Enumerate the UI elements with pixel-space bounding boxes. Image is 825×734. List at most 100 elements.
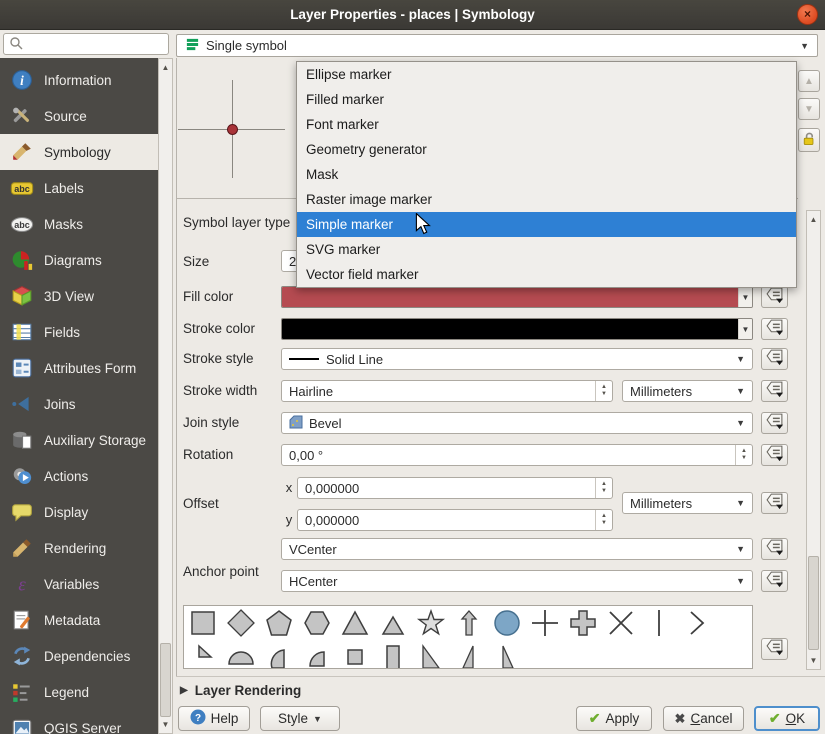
rotation-spin-buttons[interactable]: ▲▼ (735, 445, 752, 465)
dropdown-item-svg-marker[interactable]: SVG marker (297, 237, 796, 262)
shape-cross2[interactable] (602, 606, 640, 640)
shape-pentagon[interactable] (260, 606, 298, 640)
shape-square[interactable] (184, 606, 222, 640)
shape-half-arrowhead[interactable] (184, 640, 222, 669)
rotation-override-button[interactable] (761, 444, 788, 466)
shape-semi-circle[interactable] (222, 640, 260, 669)
stroke-width-input[interactable]: Hairline ▲▼ (281, 380, 613, 402)
join-style-override-button[interactable] (761, 412, 788, 434)
shape-rectangle[interactable] (374, 640, 412, 669)
shape-circle-selected[interactable] (488, 606, 526, 640)
apply-button[interactable]: ✔ Apply (576, 706, 652, 731)
move-layer-up-button[interactable]: ▲ (798, 70, 820, 92)
fill-color-dropdown[interactable]: ▼ (738, 287, 752, 307)
dropdown-item-raster-image-marker[interactable]: Raster image marker (297, 187, 796, 212)
sidebar-item-variables[interactable]: ε Variables (0, 566, 158, 602)
shape-arrow-up[interactable] (450, 606, 488, 640)
stroke-style-combo[interactable]: Solid Line ▼ (281, 348, 753, 370)
dropdown-item-geometry-generator[interactable]: Geometry generator (297, 137, 796, 162)
sidebar-item-masks[interactable]: abc Masks (0, 206, 158, 242)
shape-equilateral-triangle[interactable] (374, 606, 412, 640)
fill-color-override-button[interactable] (761, 286, 788, 308)
shape-diagonal-half-square[interactable] (488, 640, 526, 669)
shape-arrowhead[interactable] (678, 606, 716, 640)
stroke-width-unit-combo[interactable]: Millimeters ▼ (622, 380, 753, 402)
stroke-width-override-button[interactable] (761, 380, 788, 402)
spin-down-icon[interactable]: ▼ (741, 455, 747, 462)
shape-line[interactable] (640, 606, 678, 640)
shape-cross[interactable] (526, 606, 564, 640)
cancel-button[interactable]: ✖ Cancel (663, 706, 744, 731)
offset-y-spin-buttons[interactable]: ▲▼ (595, 510, 612, 530)
sidebar-item-qgis-server[interactable]: QGIS Server (0, 710, 158, 734)
sidebar-item-attributes-form[interactable]: Attributes Form (0, 350, 158, 386)
ok-button[interactable]: ✔ OK (754, 706, 820, 731)
shape-cross-fill[interactable] (564, 606, 602, 640)
sidebar-item-auxiliary-storage[interactable]: Auxiliary Storage (0, 422, 158, 458)
spin-up-icon[interactable]: ▲ (601, 513, 607, 520)
join-style-combo[interactable]: Bevel ▼ (281, 412, 753, 434)
main-scrollbar[interactable]: ▲ ▼ (806, 210, 821, 670)
anchor-horizontal-override-button[interactable] (761, 570, 788, 592)
shape-triangle[interactable] (336, 606, 374, 640)
scroll-up-icon[interactable]: ▲ (807, 215, 820, 224)
scroll-up-icon[interactable]: ▲ (159, 63, 172, 72)
lock-color-button[interactable] (798, 128, 820, 152)
dropdown-item-font-marker[interactable]: Font marker (297, 112, 796, 137)
offset-override-button[interactable] (761, 492, 788, 514)
shape-third-circle[interactable] (260, 640, 298, 669)
sidebar-item-3d-view[interactable]: 3D View (0, 278, 158, 314)
shape-hexagon[interactable] (298, 606, 336, 640)
sidebar-item-fields[interactable]: Fields (0, 314, 158, 350)
sidebar-item-joins[interactable]: Joins (0, 386, 158, 422)
sidebar-item-actions[interactable]: Actions (0, 458, 158, 494)
sidebar-scrollbar-thumb[interactable] (160, 643, 171, 717)
sidebar-item-metadata[interactable]: Metadata (0, 602, 158, 638)
close-button[interactable]: × (797, 4, 818, 25)
scroll-down-icon[interactable]: ▼ (807, 656, 820, 665)
anchor-vertical-combo[interactable]: VCenter ▼ (281, 538, 753, 560)
shape-star[interactable] (412, 606, 450, 640)
spin-up-icon[interactable]: ▲ (601, 481, 607, 488)
shape-right-half-triangle[interactable] (412, 640, 450, 669)
spin-down-icon[interactable]: ▼ (601, 488, 607, 495)
spin-down-icon[interactable]: ▼ (601, 391, 607, 398)
scroll-down-icon[interactable]: ▼ (159, 720, 172, 729)
sidebar-item-labels[interactable]: abc Labels (0, 170, 158, 206)
stroke-color-dropdown[interactable]: ▼ (738, 319, 752, 339)
offset-x-spin-buttons[interactable]: ▲▼ (595, 478, 612, 498)
stroke-color-button[interactable]: ▼ (281, 318, 753, 340)
sidebar-scrollbar[interactable]: ▲ ▼ (158, 58, 173, 734)
shape-override-button[interactable] (761, 638, 788, 660)
search-input[interactable] (23, 37, 153, 51)
rotation-input[interactable]: 0,00 ° ▲▼ (281, 444, 753, 466)
move-layer-down-button[interactable]: ▼ (798, 98, 820, 120)
offset-x-input[interactable]: 0,000000 ▲▼ (297, 477, 613, 499)
dropdown-item-mask[interactable]: Mask (297, 162, 796, 187)
dropdown-item-simple-marker[interactable]: Simple marker (297, 212, 796, 237)
sidebar-item-diagrams[interactable]: Diagrams (0, 242, 158, 278)
dropdown-item-filled-marker[interactable]: Filled marker (297, 87, 796, 112)
sidebar-item-symbology[interactable]: Symbology (0, 134, 158, 170)
layer-rendering-section[interactable]: ▶ Layer Rendering (180, 683, 301, 698)
sidebar-item-dependencies[interactable]: Dependencies (0, 638, 158, 674)
stroke-color-override-button[interactable] (761, 318, 788, 340)
spin-up-icon[interactable]: ▲ (741, 448, 747, 455)
spin-down-icon[interactable]: ▼ (601, 520, 607, 527)
spin-up-icon[interactable]: ▲ (601, 384, 607, 391)
stroke-style-override-button[interactable] (761, 348, 788, 370)
shape-quarter-circle[interactable] (298, 640, 336, 669)
sidebar-item-display[interactable]: Display (0, 494, 158, 530)
shape-left-half-triangle[interactable] (450, 640, 488, 669)
shape-diamond[interactable] (222, 606, 260, 640)
shape-quarter-square[interactable] (336, 640, 374, 669)
symbol-type-combo[interactable]: Single symbol ▼ (176, 34, 818, 57)
dropdown-item-vector-field-marker[interactable]: Vector field marker (297, 262, 796, 287)
sidebar-item-legend[interactable]: Legend (0, 674, 158, 710)
fill-color-button[interactable]: ▼ (281, 286, 753, 308)
sidebar-item-information[interactable]: i Information (0, 62, 158, 98)
offset-y-input[interactable]: 0,000000 ▲▼ (297, 509, 613, 531)
style-button[interactable]: Style ▼ (260, 706, 340, 731)
sidebar-item-source[interactable]: Source (0, 98, 158, 134)
offset-unit-combo[interactable]: Millimeters ▼ (622, 492, 753, 514)
